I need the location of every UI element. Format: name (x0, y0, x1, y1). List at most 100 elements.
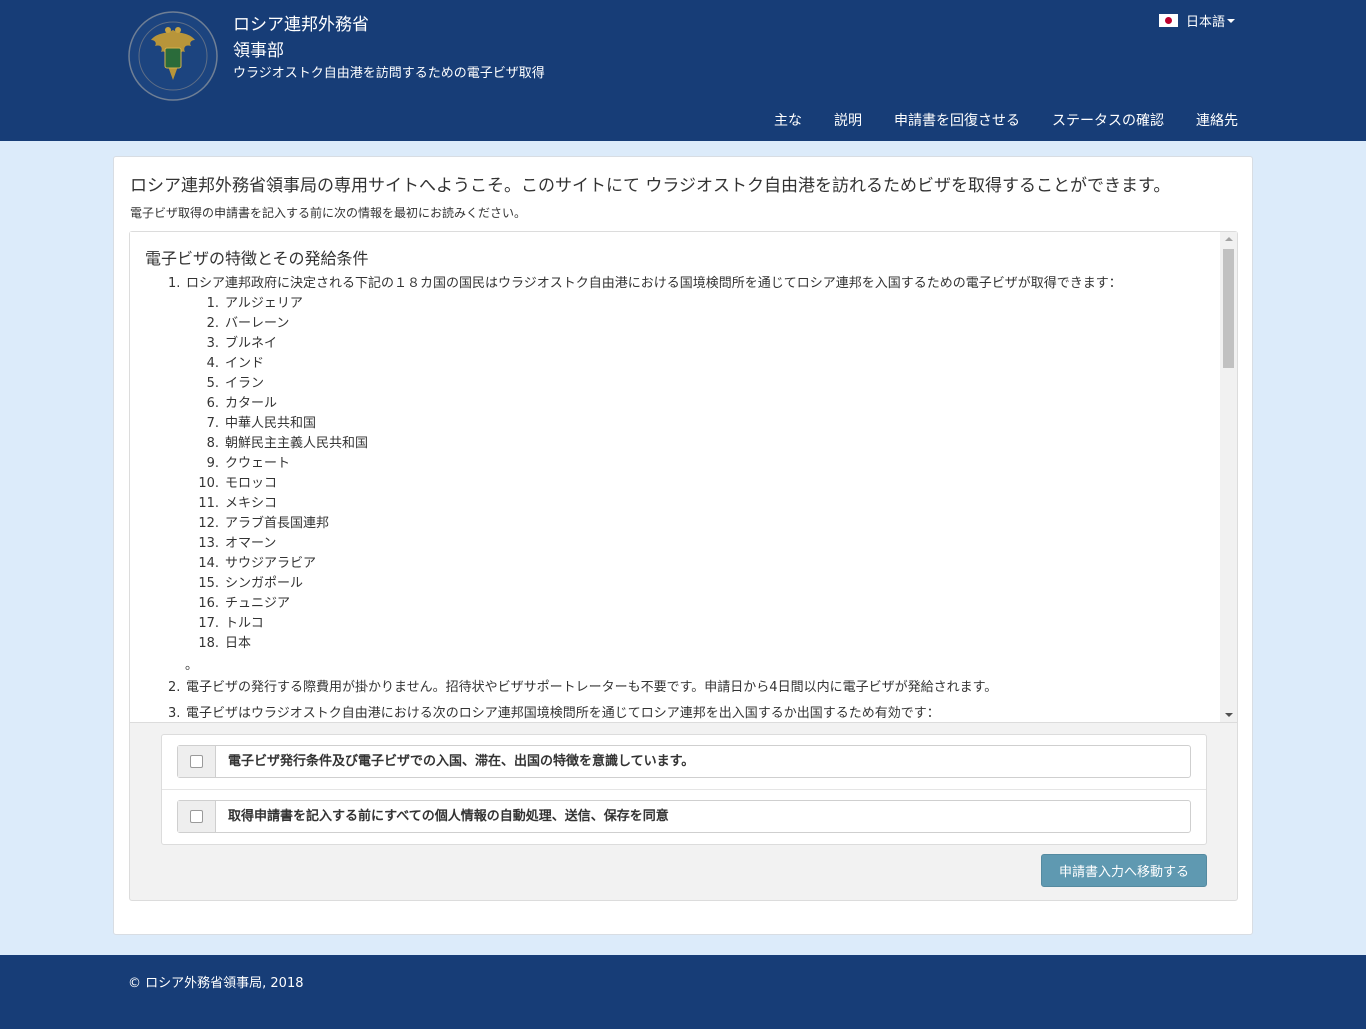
country-name: メキシコ (225, 496, 278, 511)
country-number: 13. (198, 536, 219, 551)
country-number: 10. (198, 476, 219, 491)
site-subtitle: ウラジオストク自由港を訪問するための電子ビザ取得 (233, 66, 545, 81)
country-name: カタール (225, 396, 278, 411)
conditions-content: 電子ビザの特徴とその発給条件 1. ロシア連邦政府に決定される下記の１８カ国の国… (130, 232, 1220, 722)
item-text: 電子ビザの発行する際費用が掛かりません。招待状やビザサポートレーターも不要です。… (186, 680, 998, 695)
country-item: 10. モロッコ (186, 474, 1210, 494)
conditions-list: 1. ロシア連邦政府に決定される下記の１８カ国の国民はウラジオストク自由港におけ… (130, 274, 1210, 722)
item-number: 1. (168, 276, 181, 291)
conditions-scroll-area[interactable]: 電子ビザの特徴とその発給条件 1. ロシア連邦政府に決定される下記の１８カ国の国… (130, 232, 1237, 723)
country-name: ブルネイ (225, 336, 278, 351)
country-name: 中華人民共和国 (225, 416, 317, 431)
list-end-mark: 。 (185, 658, 199, 673)
consent-row-conditions: 電子ビザ発行条件及び電子ビザでの入国、滞在、出国の特徴を意識しています。 (177, 745, 1191, 778)
scroll-up-icon[interactable] (1220, 232, 1237, 246)
country-name: モロッコ (225, 476, 278, 491)
nav-restore-application[interactable]: 申請書を回復させる (894, 110, 1020, 130)
country-item: 14. サウジアラビア (186, 554, 1210, 574)
list-item: 2. 電子ビザの発行する際費用が掛かりません。招待状やビザサポートレーターも不要… (130, 678, 1210, 698)
country-item: 5. イラン (186, 374, 1210, 394)
country-number: 6. (206, 396, 219, 411)
country-number: 9. (206, 456, 219, 471)
japan-flag-icon (1159, 14, 1178, 27)
country-name: クウェート (225, 456, 291, 471)
nav-description[interactable]: 説明 (834, 110, 862, 130)
welcome-text: ロシア連邦外務省領事局の専用サイトへようこそ。このサイトにて ウラジオストク自由… (130, 176, 1171, 196)
main-nav: 主な 説明 申請書を回復させる ステータスの確認 連絡先 (774, 110, 1238, 130)
country-number: 3. (206, 336, 219, 351)
country-name: アルジェリア (225, 296, 303, 311)
country-item: 17. トルコ (186, 614, 1210, 634)
consent-box: 電子ビザ発行条件及び電子ビザでの入国、滞在、出国の特徴を意識しています。 取得申… (161, 734, 1207, 845)
nav-check-status[interactable]: ステータスの確認 (1052, 110, 1164, 130)
item-number: 2. (168, 680, 181, 695)
country-item: 6. カタール (186, 394, 1210, 414)
personal-data-checkbox[interactable] (190, 810, 203, 823)
country-number: 18. (198, 636, 219, 651)
country-name: 日本 (225, 636, 252, 651)
divider (162, 789, 1206, 790)
nav-contacts[interactable]: 連絡先 (1196, 110, 1238, 130)
country-number: 14. (198, 556, 219, 571)
country-number: 17. (198, 616, 219, 631)
country-number: 1. (206, 296, 219, 311)
country-number: 15. (198, 576, 219, 591)
country-name: オマーン (225, 536, 277, 551)
department-title: 領事部 (233, 41, 284, 61)
emblem-logo (128, 11, 218, 101)
scrollbar-thumb[interactable] (1223, 249, 1234, 368)
list-item: 3. 電子ビザはウラジオストク自由港における次のロシア連邦国境検問所を通じてロシ… (130, 704, 1210, 722)
country-item: 11. メキシコ (186, 494, 1210, 514)
country-item: 12. アラブ首長国連邦 (186, 514, 1210, 534)
item-number: 3. (168, 706, 181, 721)
info-panel: 電子ビザの特徴とその発給条件 1. ロシア連邦政府に決定される下記の１８カ国の国… (129, 231, 1238, 901)
list-item: 1. ロシア連邦政府に決定される下記の１８カ国の国民はウラジオストク自由港におけ… (130, 274, 1210, 678)
country-item: 2. バーレーン (186, 314, 1210, 334)
conditions-checkbox-label: 電子ビザ発行条件及び電子ビザでの入国、滞在、出国の特徴を意識しています。 (228, 754, 695, 769)
country-number: 5. (206, 376, 219, 391)
country-number: 12. (198, 516, 219, 531)
checkbox-cell (178, 801, 216, 832)
country-name: インド (225, 356, 265, 371)
country-name: 朝鮮民主主義人民共和国 (225, 436, 369, 451)
country-item: 8. 朝鮮民主主義人民共和国 (186, 434, 1210, 454)
country-item: 13. オマーン (186, 534, 1210, 554)
personal-data-checkbox-label: 取得申請書を記入する前にすべての個人情報の自動処理、送信、保存を同意 (228, 809, 669, 824)
proceed-to-application-button[interactable]: 申請書入力へ移動する (1041, 854, 1207, 887)
country-item: 7. 中華人民共和国 (186, 414, 1210, 434)
language-label: 日本語 (1186, 15, 1226, 30)
scroll-down-icon[interactable] (1220, 708, 1237, 722)
caret-down-icon (1227, 18, 1236, 23)
nav-main[interactable]: 主な (774, 110, 802, 130)
language-selector[interactable]: 日本語 (1159, 11, 1236, 30)
site-footer: © ロシア外務省領事局, 2018 (0, 955, 1366, 1029)
country-item: 3. ブルネイ (186, 334, 1210, 354)
country-number: 8. (206, 436, 219, 451)
country-name: サウジアラビア (225, 556, 317, 571)
item-text: 電子ビザはウラジオストク自由港における次のロシア連邦国境検問所を通じてロシア連邦… (186, 706, 940, 721)
conditions-checkbox[interactable] (190, 755, 203, 768)
site-header: ロシア連邦外務省 領事部 ウラジオストク自由港を訪問するための電子ビザ取得 日本… (0, 0, 1366, 141)
country-item: 15. シンガポール (186, 574, 1210, 594)
vertical-scrollbar[interactable] (1220, 232, 1237, 722)
country-name: トルコ (225, 616, 264, 631)
country-number: 11. (198, 496, 219, 511)
country-item: 16. チュニジア (186, 594, 1210, 614)
main-card: ロシア連邦外務省領事局の専用サイトへようこそ。このサイトにて ウラジオストク自由… (113, 156, 1253, 935)
country-name: チュニジア (225, 596, 291, 611)
country-name: イラン (225, 376, 265, 391)
country-number: 4. (206, 356, 219, 371)
country-item: 9. クウェート (186, 454, 1210, 474)
checkbox-cell (178, 746, 216, 777)
country-item: 18. 日本 (186, 634, 1210, 654)
country-number: 16. (198, 596, 219, 611)
country-item: 4. インド (186, 354, 1210, 374)
country-item: 1. アルジェリア (186, 294, 1210, 314)
consent-row-personal-data: 取得申請書を記入する前にすべての個人情報の自動処理、送信、保存を同意 (177, 800, 1191, 833)
country-number: 7. (206, 416, 219, 431)
country-number: 2. (206, 316, 219, 331)
country-list: 1. アルジェリア 2. バーレーン 3. ブルネイ 4. インド 5. イラン 6. カタ… (186, 294, 1210, 654)
copyright-text: © ロシア外務省領事局, 2018 (128, 976, 304, 991)
country-name: アラブ首長国連邦 (225, 516, 330, 531)
country-name: バーレーン (225, 316, 290, 331)
